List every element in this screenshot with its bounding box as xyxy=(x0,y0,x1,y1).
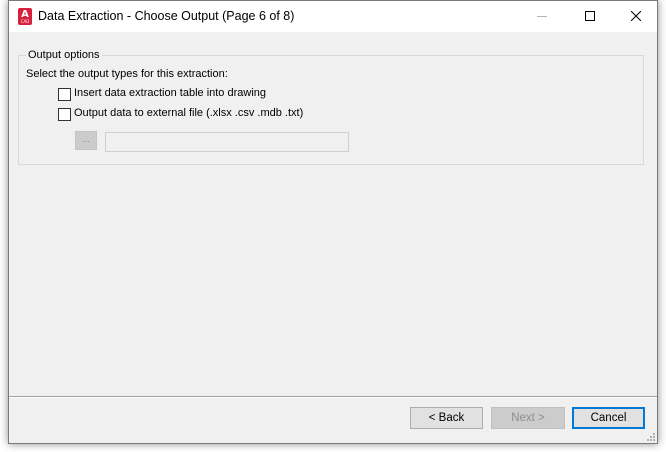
app-icon-sub: CAD xyxy=(20,19,30,24)
maximize-icon xyxy=(585,11,595,21)
back-button[interactable]: < Back xyxy=(410,407,483,429)
close-icon xyxy=(631,11,641,21)
maximize-button[interactable] xyxy=(567,1,613,32)
cancel-button[interactable]: Cancel xyxy=(572,407,645,429)
insert-table-label[interactable]: Insert data extraction table into drawin… xyxy=(74,87,266,99)
close-button[interactable] xyxy=(613,1,659,32)
minimize-icon xyxy=(537,16,547,17)
output-types-instruction: Select the output types for this extract… xyxy=(26,68,228,80)
external-file-checkbox[interactable] xyxy=(58,108,71,121)
footer-divider-highlight xyxy=(9,397,657,398)
title-bar[interactable]: A CAD Data Extraction - Choose Output (P… xyxy=(9,1,657,32)
output-file-path-field[interactable] xyxy=(105,132,349,152)
resize-grip-icon[interactable] xyxy=(645,431,655,441)
minimize-button[interactable] xyxy=(519,1,565,32)
insert-table-checkbox[interactable] xyxy=(58,88,71,101)
browse-button[interactable]: ... xyxy=(75,131,97,150)
next-button[interactable]: Next > xyxy=(491,407,565,429)
external-file-label[interactable]: Output data to external file (.xlsx .csv… xyxy=(74,107,303,119)
autocad-app-icon: A CAD xyxy=(18,8,32,25)
data-extraction-dialog: A CAD Data Extraction - Choose Output (P… xyxy=(8,0,658,444)
output-options-legend: Output options xyxy=(26,49,102,61)
window-title: Data Extraction - Choose Output (Page 6 … xyxy=(38,9,295,23)
